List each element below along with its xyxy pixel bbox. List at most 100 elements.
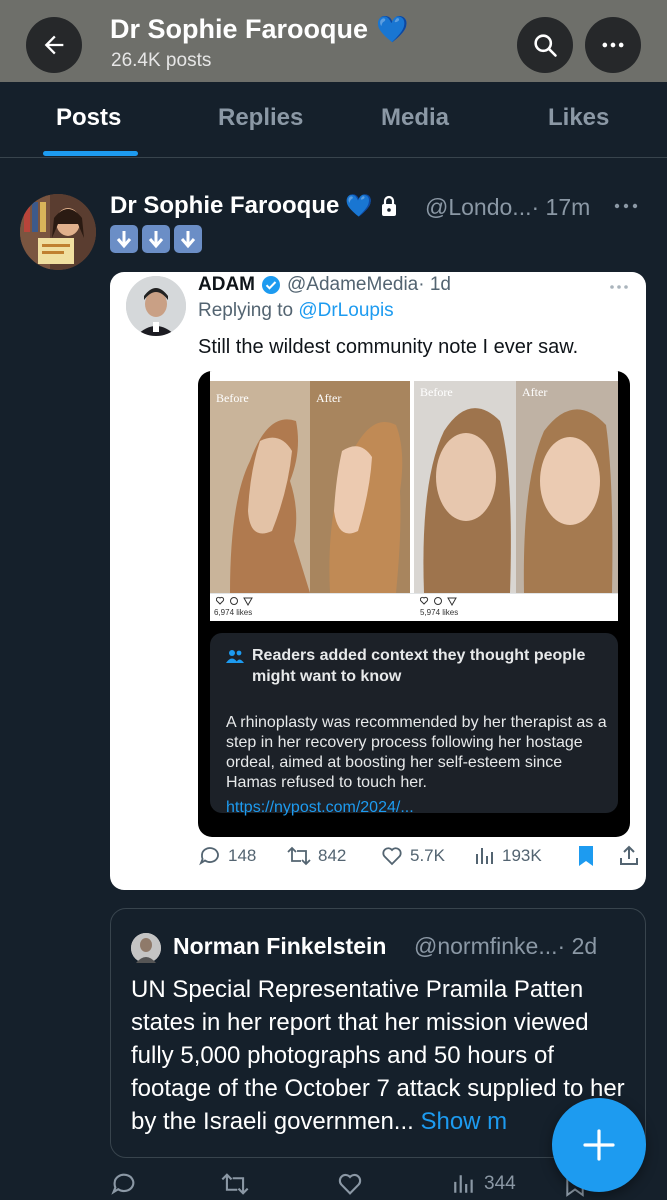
quoted-author-avatar: [131, 933, 161, 963]
down-arrow-icon: [110, 225, 138, 253]
embedded-media[interactable]: Before After Before After 6,974 likes 5,…: [198, 371, 630, 837]
bookmark-button[interactable]: [576, 844, 596, 868]
like-button[interactable]: 5.7K: [380, 844, 445, 868]
blue-heart-icon: 💙: [376, 14, 409, 44]
reply-button[interactable]: 148: [198, 844, 256, 868]
post-more-button[interactable]: [612, 196, 640, 221]
community-note-link[interactable]: https://nypost.com/2024/...: [226, 799, 414, 817]
reply-icon: [199, 847, 219, 866]
quoted-author-name: Norman Finkelstein: [173, 933, 387, 959]
compose-post-button[interactable]: [552, 1098, 646, 1192]
profile-name: Dr Sophie Farooque: [110, 14, 369, 44]
community-note-title: Readers added context they thought peopl…: [252, 647, 586, 685]
embedded-post-text: Still the wildest community note I ever …: [198, 336, 579, 358]
views-icon: [476, 848, 493, 864]
embedded-action-bar: 148 842 5.7K 193K: [198, 844, 638, 874]
before-label: Before: [420, 385, 453, 399]
arrow-left-icon: [44, 35, 64, 55]
repost-button[interactable]: [220, 1170, 250, 1198]
avatar-image: [126, 276, 186, 336]
quoted-text: UN Special Representative Pramila Patten…: [131, 976, 625, 1135]
views-button[interactable]: 344: [452, 1170, 516, 1198]
repost-count: 842: [318, 846, 347, 865]
replying-prefix: Replying to: [198, 300, 299, 321]
post-handle[interactable]: @Londo...: [425, 194, 531, 220]
embedded-author-avatar[interactable]: [126, 276, 186, 336]
quoted-handle: @normfinke...: [414, 933, 558, 959]
embedded-handle: @AdameMedia: [287, 274, 419, 295]
back-button[interactable]: [26, 17, 82, 73]
replying-handle-link[interactable]: @DrLoupis: [298, 300, 393, 321]
before-label: Before: [216, 391, 249, 405]
repost-icon: [221, 1173, 249, 1195]
embedded-author-name: ADAM: [198, 274, 255, 295]
like-button[interactable]: [336, 1170, 364, 1198]
tab-replies[interactable]: Replies: [218, 104, 303, 132]
bookmark-filled-icon: [579, 846, 593, 866]
profile-header: Dr Sophie Farooque 💙 26.4K posts: [0, 0, 667, 82]
reply-button[interactable]: [110, 1170, 138, 1198]
plus-icon: [583, 1129, 615, 1161]
reply-count: 148: [228, 846, 257, 865]
community-note: Readers added context they thought peopl…: [210, 633, 618, 816]
likes-count-2: 5,974 likes: [420, 608, 459, 617]
after-label: After: [316, 391, 342, 405]
like-count: 5.7K: [410, 846, 445, 865]
repost-icon: [287, 846, 311, 866]
post-action-bar: 344: [110, 1170, 640, 1200]
embedded-author[interactable]: ADAM @AdameMedia · 1d: [198, 274, 451, 296]
before-after-image-1: [210, 381, 410, 593]
down-arrow-icon: [142, 225, 170, 253]
heart-icon: [338, 1173, 362, 1195]
post-author[interactable]: Dr Sophie Farooque 💙: [110, 192, 399, 220]
repost-button[interactable]: 842: [286, 844, 346, 868]
lock-icon: [381, 195, 396, 216]
post-count: 26.4K posts: [111, 50, 212, 71]
heart-comment-share-icon: [216, 596, 253, 606]
quoted-text-block: UN Special Representative Pramila Patten…: [131, 973, 636, 1138]
more-options-button[interactable]: [585, 17, 641, 73]
likes-count-1: 6,974 likes: [214, 608, 253, 617]
more-horizontal-icon: [614, 203, 638, 209]
before-after-photos: Before After Before After 6,974 likes 5,…: [210, 371, 618, 621]
post-time: · 17m: [531, 194, 591, 220]
profile-title: Dr Sophie Farooque 💙: [110, 14, 408, 45]
reply-icon: [111, 1173, 135, 1195]
verified-badge-icon: [262, 276, 280, 294]
people-icon: [226, 650, 244, 663]
show-more-link[interactable]: Show m: [414, 1108, 507, 1135]
down-arrow-icon: [174, 225, 202, 253]
quoted-time: · 2d: [557, 933, 598, 959]
post-emoji-row: [110, 225, 202, 253]
heart-icon: [382, 847, 402, 866]
author-avatar[interactable]: [20, 194, 96, 270]
photo-action-strip: 6,974 likes 5,974 likes: [210, 593, 618, 621]
community-note-heading: Readers added context they thought peopl…: [226, 645, 596, 687]
community-note-body: A rhinoplasty was recommended by her the…: [226, 714, 607, 791]
share-icon: [620, 845, 638, 865]
avatar-image: [20, 194, 96, 270]
views-count: 193K: [502, 846, 542, 865]
tab-likes[interactable]: Likes: [548, 104, 609, 132]
search-icon: [534, 34, 557, 57]
views-button[interactable]: 193K: [474, 844, 542, 868]
share-button[interactable]: [618, 844, 640, 868]
embedded-more-icon: [608, 280, 630, 299]
before-after-image-2: [414, 381, 618, 593]
tab-posts[interactable]: Posts: [56, 104, 121, 132]
embedded-post-card[interactable]: ADAM @AdameMedia · 1d Replying to @DrLoup…: [110, 272, 646, 890]
more-horizontal-icon: [602, 42, 624, 48]
quoted-handle-time: @normfinke...· 2d: [414, 933, 597, 960]
replying-to: Replying to @DrLoupis: [198, 300, 394, 322]
profile-tabs: Posts Replies Media Likes: [0, 82, 667, 158]
tab-media[interactable]: Media: [381, 104, 449, 132]
post-author-name: Dr Sophie Farooque: [110, 192, 340, 219]
embedded-time: · 1d: [418, 274, 451, 295]
post-handle-time: @Londo...· 17m: [425, 194, 590, 221]
blue-heart-icon: 💙: [345, 193, 373, 218]
after-label: After: [522, 385, 548, 399]
heart-comment-share-icon: [420, 596, 457, 606]
search-button[interactable]: [517, 17, 573, 73]
views-count: 344: [484, 1173, 516, 1194]
active-tab-indicator: [43, 151, 138, 156]
